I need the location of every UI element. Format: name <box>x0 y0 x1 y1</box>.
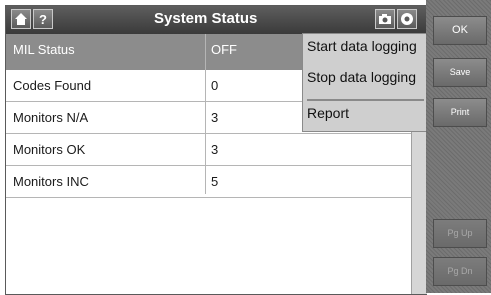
gear-icon <box>401 13 413 25</box>
help-button[interactable]: ? <box>33 9 53 29</box>
row-label: Monitors N/A <box>13 110 89 125</box>
page-down-button[interactable]: Pg Dn <box>433 257 487 286</box>
side-button-panel: OK Save Print Pg Up Pg Dn <box>426 0 491 293</box>
table-row[interactable]: Monitors OK 3 <box>6 134 411 166</box>
settings-menu: Start data logging Stop data logging Rep… <box>302 33 428 132</box>
settings-button[interactable] <box>397 9 417 29</box>
menu-item-start-logging[interactable]: Start data logging <box>307 38 417 54</box>
row-label: Monitors OK <box>13 142 86 157</box>
row-value: 5 <box>211 174 219 189</box>
row-value: 3 <box>211 110 219 125</box>
row-value: OFF <box>211 42 237 57</box>
column-divider <box>205 34 206 194</box>
save-button[interactable]: Save <box>433 58 487 87</box>
print-button[interactable]: Print <box>433 98 487 127</box>
page-up-button[interactable]: Pg Up <box>433 219 487 248</box>
menu-item-report[interactable]: Report <box>307 105 349 121</box>
help-label: ? <box>39 12 47 27</box>
home-button[interactable] <box>11 9 31 29</box>
camera-button[interactable] <box>375 9 395 29</box>
page-title: System Status <box>154 10 258 27</box>
row-label: Monitors INC <box>13 174 89 189</box>
table-row[interactable]: Monitors INC 5 <box>6 166 411 198</box>
row-value: 0 <box>211 78 219 93</box>
row-label: MIL Status <box>13 42 75 57</box>
ok-button[interactable]: OK <box>433 16 487 45</box>
home-icon <box>15 13 27 25</box>
app-window: ? System Status MIL Status OFF Codes Fou… <box>0 0 491 295</box>
menu-separator <box>307 99 424 101</box>
menu-item-stop-logging[interactable]: Stop data logging <box>307 69 416 85</box>
camera-icon <box>379 14 391 24</box>
title-bar: ? System Status <box>6 6 426 34</box>
row-value: 3 <box>211 142 219 157</box>
row-label: Codes Found <box>13 78 92 93</box>
